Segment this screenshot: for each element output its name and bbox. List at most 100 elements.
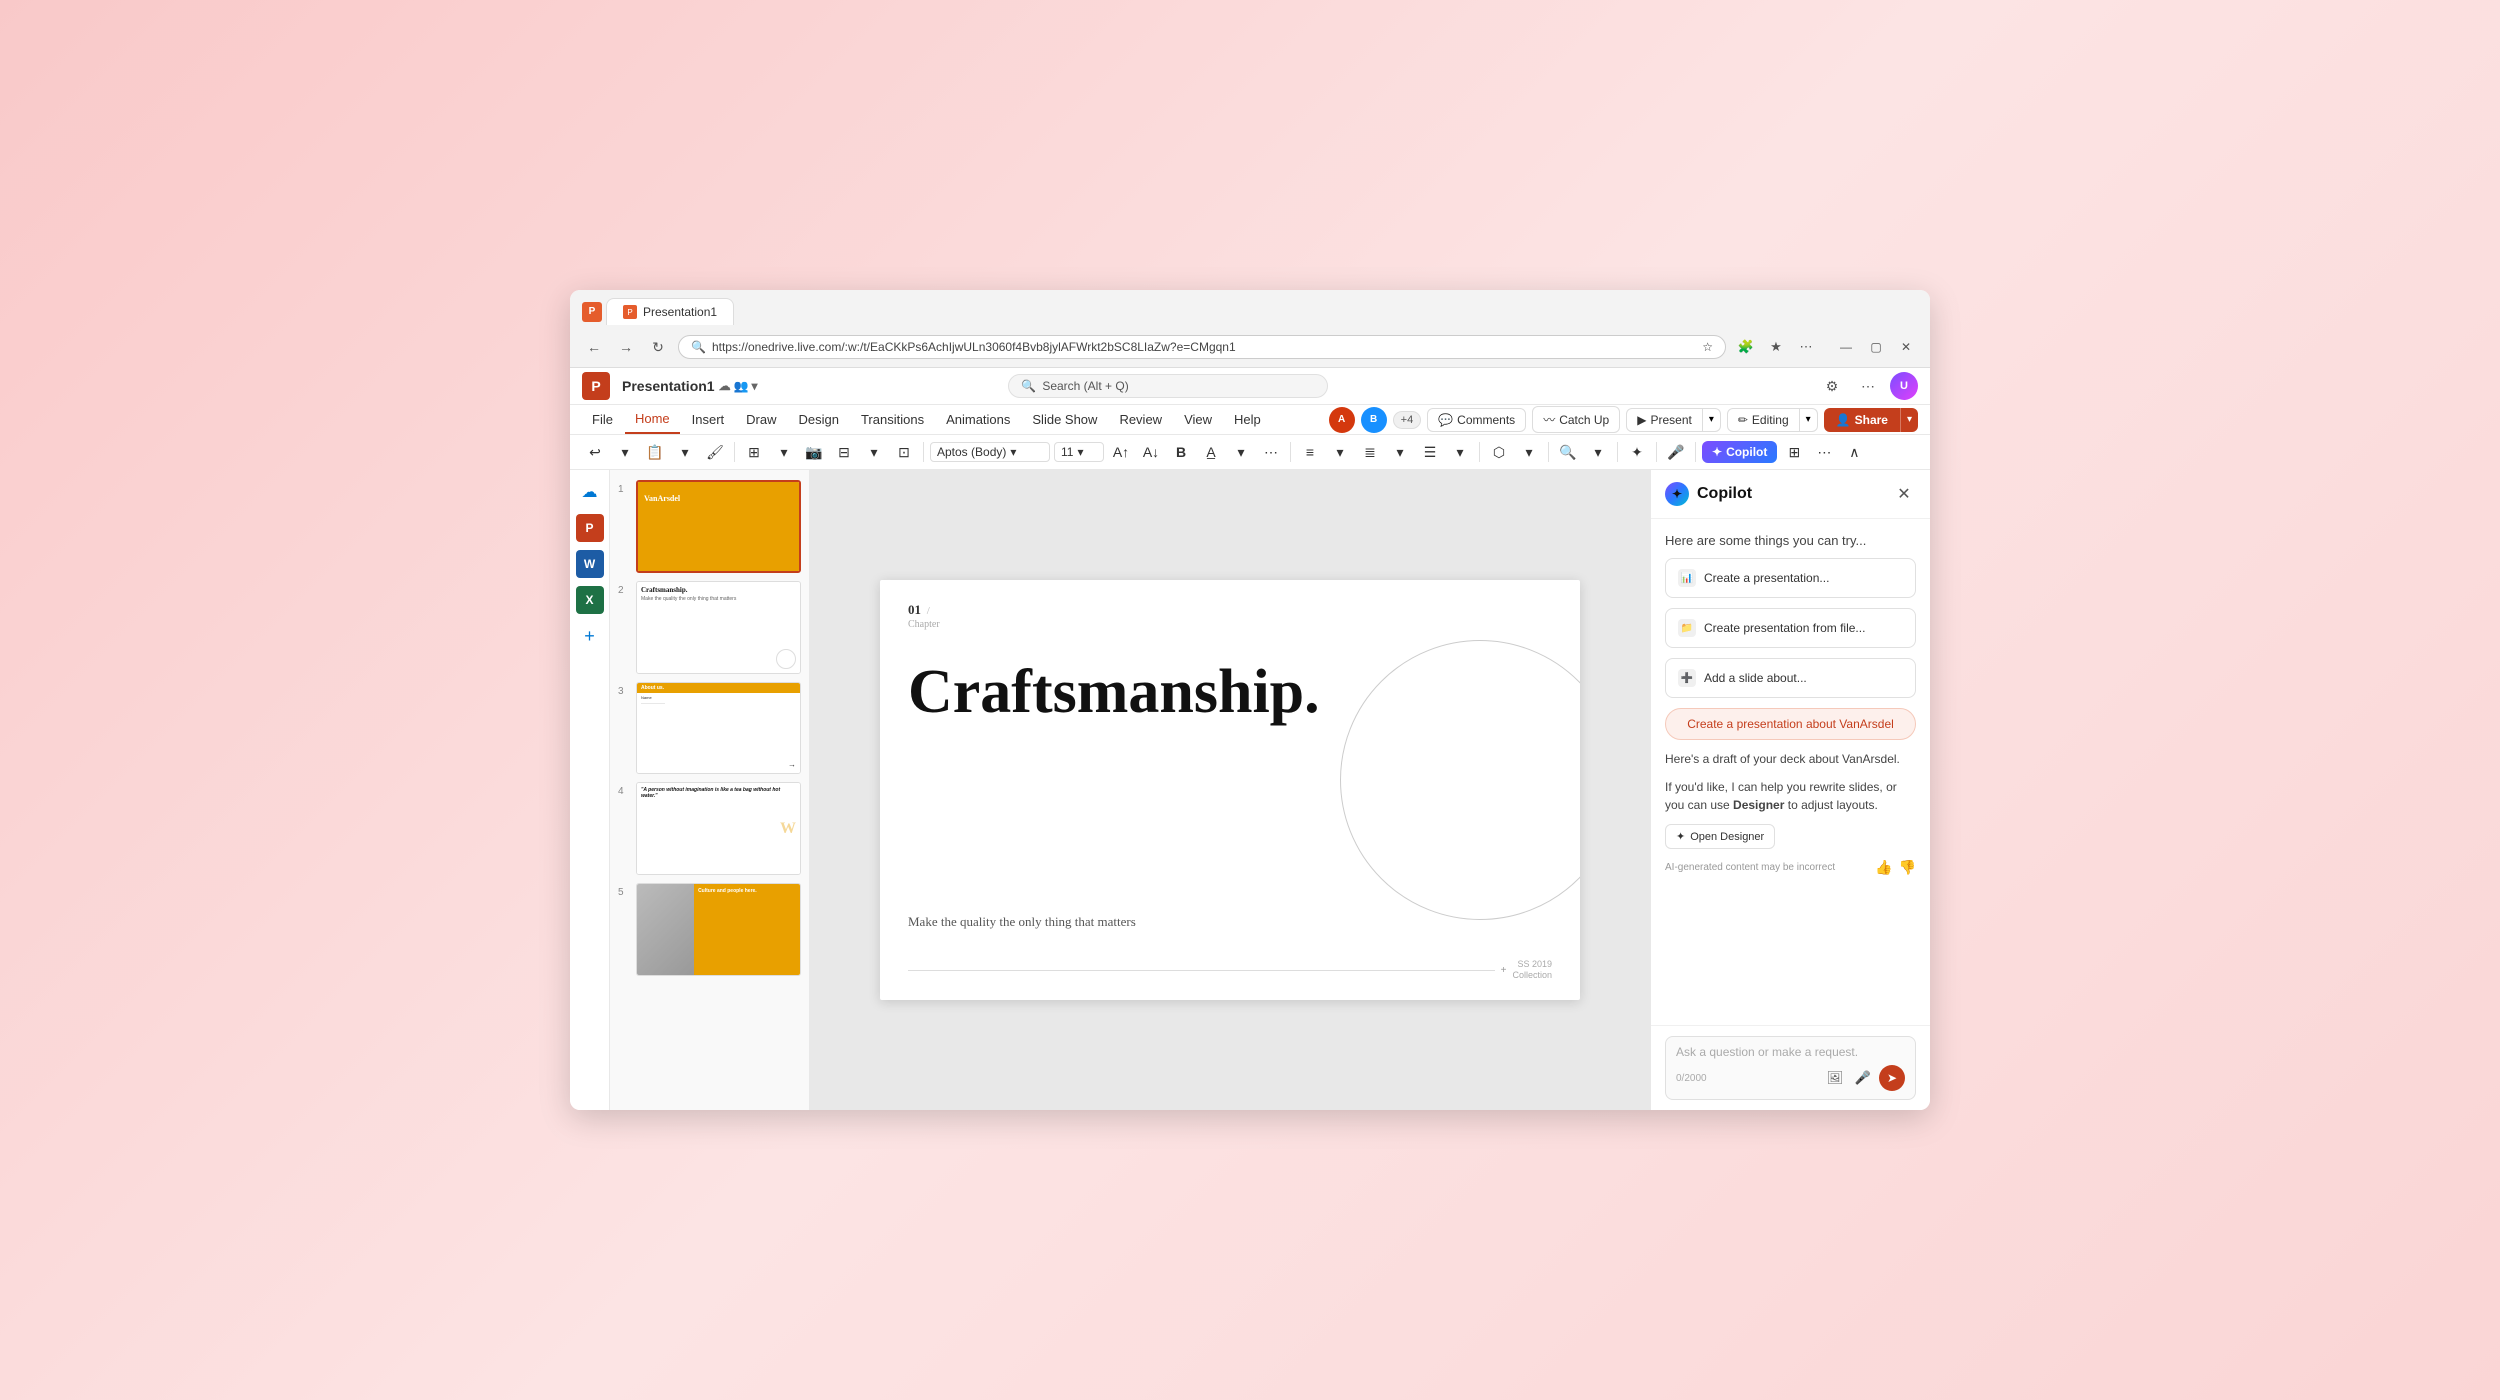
share-button[interactable]: 👤 Share <box>1824 408 1900 432</box>
browser-more-button[interactable]: ⋯ <box>1794 335 1818 359</box>
align-button[interactable]: ☰ <box>1417 439 1443 465</box>
user-avatar[interactable]: U <box>1890 372 1918 400</box>
editing-caret[interactable]: ▾ <box>1800 408 1818 432</box>
menu-draw[interactable]: Draw <box>736 406 786 433</box>
font-size-selector[interactable]: 11 ▾ <box>1054 442 1104 462</box>
thumbs-up-button[interactable]: 👍 <box>1875 859 1892 876</box>
numbered-list-dropdown[interactable]: ▾ <box>1387 439 1413 465</box>
find-dropdown[interactable]: ▾ <box>1585 439 1611 465</box>
slide-subtitle[interactable]: Make the quality the only thing that mat… <box>908 914 1136 930</box>
menu-transitions[interactable]: Transitions <box>851 406 934 433</box>
copilot-input-area[interactable]: Ask a question or make a request. 0/2000… <box>1665 1036 1916 1100</box>
copilot-create-presentation-btn[interactable]: 📊 Create a presentation... <box>1665 558 1916 598</box>
decrease-font-button[interactable]: A↓ <box>1138 439 1164 465</box>
copilot-add-slide-btn[interactable]: ➕ Add a slide about... <box>1665 658 1916 698</box>
bold-button[interactable]: B <box>1168 439 1194 465</box>
copilot-designer-link[interactable]: Designer <box>1733 798 1784 812</box>
settings-button[interactable]: ⚙ <box>1818 372 1846 400</box>
slide-preview-2[interactable]: Craftsmanship. Make the quality the only… <box>636 581 801 674</box>
slide-preview-4[interactable]: "A person without imagination is like a … <box>636 782 801 875</box>
slide-thumb-4[interactable]: 4 "A person without imagination is like … <box>618 782 801 875</box>
undo-dropdown[interactable]: ▾ <box>612 439 638 465</box>
user-bubble-2[interactable]: B <box>1361 407 1387 433</box>
slide-thumb-1[interactable]: 1 VanArsdel <box>618 480 801 573</box>
undo-button[interactable]: ↩ <box>582 439 608 465</box>
find-button[interactable]: 🔍 <box>1555 439 1581 465</box>
user-count-badge[interactable]: +4 <box>1393 411 1422 429</box>
slide-preview-3[interactable]: About us. Name ———————— → <box>636 682 801 775</box>
editing-button[interactable]: ✏ Editing <box>1727 408 1800 432</box>
user-bubble-1[interactable]: A <box>1329 407 1355 433</box>
grid-view-button[interactable]: ⊞ <box>1781 439 1807 465</box>
main-slide[interactable]: 01 / Chapter Craftsmanship. Make the qua… <box>880 580 1580 1000</box>
clipboard-dropdown[interactable]: ▾ <box>672 439 698 465</box>
copilot-toolbar-button[interactable]: ✦ Copilot <box>1702 441 1777 463</box>
slide-size-dropdown[interactable]: ▾ <box>861 439 887 465</box>
copilot-image-btn[interactable]: 🖼 <box>1823 1066 1847 1090</box>
maximize-button[interactable]: ▢ <box>1864 335 1888 359</box>
screenshot-button[interactable]: 📷 <box>801 439 827 465</box>
shape-fill-dropdown[interactable]: ▾ <box>1516 439 1542 465</box>
increase-font-button[interactable]: A↑ <box>1108 439 1134 465</box>
catch-up-button[interactable]: 〰 Catch Up <box>1532 406 1620 433</box>
word-sidebar-icon[interactable]: W <box>576 550 604 578</box>
menu-insert[interactable]: Insert <box>682 406 735 433</box>
menu-design[interactable]: Design <box>789 406 849 433</box>
toolbar-more-button[interactable]: ⋯ <box>1811 439 1837 465</box>
copilot-close-button[interactable]: ✕ <box>1892 482 1916 506</box>
close-button[interactable]: ✕ <box>1894 335 1918 359</box>
comments-button[interactable]: 💬 Comments <box>1427 408 1526 432</box>
share-caret[interactable]: ▾ <box>1900 408 1918 432</box>
dictate-button[interactable]: 🎤 <box>1663 439 1689 465</box>
forward-button[interactable]: → <box>614 335 638 359</box>
copilot-send-button[interactable]: ➤ <box>1879 1065 1905 1091</box>
font-selector[interactable]: Aptos (Body) ▾ <box>930 442 1050 462</box>
menu-slideshow[interactable]: Slide Show <box>1022 406 1107 433</box>
title-search[interactable]: 🔍 Search (Alt + Q) <box>1008 374 1328 398</box>
slide-preview-5[interactable]: Culture and people here. <box>636 883 801 976</box>
present-button[interactable]: ▶ Present <box>1626 408 1703 432</box>
slide-thumb-5[interactable]: 5 Culture and people here. <box>618 883 801 976</box>
more-button[interactable]: ⋯ <box>1854 372 1882 400</box>
add-app-icon[interactable]: + <box>576 622 604 650</box>
font-color-dropdown[interactable]: ▾ <box>1228 439 1254 465</box>
menu-help[interactable]: Help <box>1224 406 1271 433</box>
clipboard-button[interactable]: 📋 <box>642 439 668 465</box>
slide-layout-dropdown[interactable]: ▾ <box>771 439 797 465</box>
back-button[interactable]: ← <box>582 335 606 359</box>
open-designer-button[interactable]: ✦ Open Designer <box>1665 824 1775 849</box>
powerpoint-sidebar-icon[interactable]: P <box>576 514 604 542</box>
refresh-button[interactable]: ↻ <box>646 335 670 359</box>
copilot-generate-button[interactable]: Create a presentation about VanArsdel <box>1665 708 1916 740</box>
align-dropdown[interactable]: ▾ <box>1447 439 1473 465</box>
bullet-list-button[interactable]: ≡ <box>1297 439 1323 465</box>
copilot-create-from-file-btn[interactable]: 📁 Create presentation from file... <box>1665 608 1916 648</box>
favorites-button[interactable]: ★ <box>1764 335 1788 359</box>
shape-fill-button[interactable]: ⬡ <box>1486 439 1512 465</box>
menu-review[interactable]: Review <box>1109 406 1172 433</box>
slide-thumb-3[interactable]: 3 About us. Name ———————— → <box>618 682 801 775</box>
slide-size-button[interactable]: ⊟ <box>831 439 857 465</box>
dropdown-icon[interactable]: ▾ <box>752 379 758 393</box>
minimize-button[interactable]: — <box>1834 335 1858 359</box>
present-caret[interactable]: ▾ <box>1703 408 1721 432</box>
font-color-button[interactable]: A̲ <box>1198 439 1224 465</box>
more-text-btn[interactable]: ⋯ <box>1258 439 1284 465</box>
format-painter-button[interactable]: 🖌 <box>702 439 728 465</box>
copilot-mic-btn[interactable]: 🎤 <box>1851 1066 1875 1090</box>
menu-home[interactable]: Home <box>625 405 680 434</box>
slide-preview-1[interactable]: VanArsdel <box>636 480 801 573</box>
slide-thumb-2[interactable]: 2 Craftsmanship. Make the quality the on… <box>618 581 801 674</box>
extensions-button[interactable]: 🧩 <box>1734 335 1758 359</box>
excel-sidebar-icon[interactable]: X <box>576 586 604 614</box>
menu-view[interactable]: View <box>1174 406 1222 433</box>
numbered-list-button[interactable]: ≣ <box>1357 439 1383 465</box>
browser-tab[interactable]: P Presentation1 <box>606 298 734 325</box>
toolbar-collapse-button[interactable]: ∧ <box>1841 439 1867 465</box>
address-bar[interactable]: 🔍 https://onedrive.live.com/:w:/t/EaCKkP… <box>678 335 1726 359</box>
onedrive-icon[interactable]: ☁ <box>576 478 604 506</box>
alt-text-button[interactable]: ⊡ <box>891 439 917 465</box>
designer-button[interactable]: ✦ <box>1624 439 1650 465</box>
menu-file[interactable]: File <box>582 406 623 433</box>
slide-layout-button[interactable]: ⊞ <box>741 439 767 465</box>
